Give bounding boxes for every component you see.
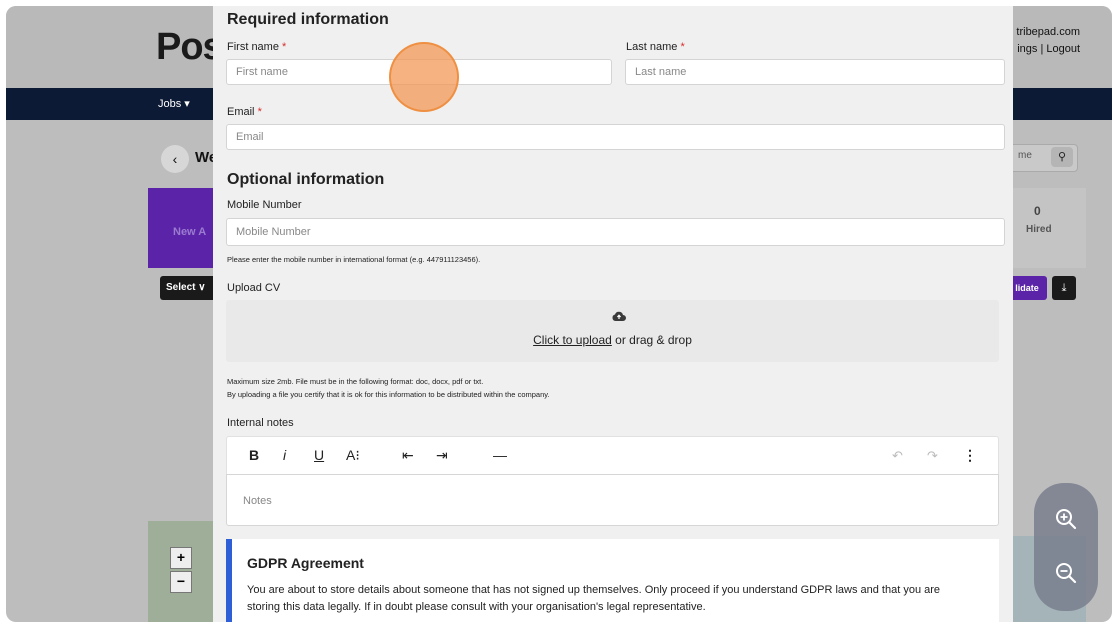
gdpr-text: You are about to store details about som… <box>247 584 941 613</box>
italic-button[interactable]: i <box>283 446 286 464</box>
upload-instructions: Click to upload or drag & drop <box>226 333 999 347</box>
mobile-number-hint: Please enter the mobile number in intern… <box>227 255 481 264</box>
gdpr-agreement-panel: GDPR Agreement You are about to store de… <box>226 539 999 622</box>
background-account-email: tribepad.com <box>1016 26 1080 38</box>
more-options-button[interactable]: ⋮ <box>963 446 977 464</box>
background-download-icon: ⤓ <box>1052 276 1076 300</box>
upload-cv-label: Upload CV <box>227 282 281 294</box>
required-marker: * <box>282 41 287 53</box>
zoom-controls <box>1034 483 1098 611</box>
first-name-label-text: First name <box>227 41 279 53</box>
outdent-button[interactable]: ⇤ <box>402 446 414 464</box>
screen: Pos tribepad.com ings | Logout Jobs ▾ ‹ … <box>6 6 1112 622</box>
horizontal-rule-button[interactable]: — <box>493 446 507 464</box>
last-name-input[interactable] <box>625 59 1005 85</box>
background-nav-jobs: Jobs ▾ <box>158 98 190 110</box>
last-name-label-text: Last name <box>626 41 678 53</box>
bold-button[interactable]: B <box>249 446 259 464</box>
click-to-upload-link[interactable]: Click to upload <box>533 333 612 347</box>
background-add-candidate-button: lidate <box>1007 276 1047 300</box>
background-map-zoom-in: + <box>170 547 192 569</box>
upload-size-hint: Maximum size 2mb. File must be in the fo… <box>227 377 484 386</box>
drag-drop-text: or drag & drop <box>611 333 692 347</box>
internal-notes-editor[interactable]: Notes <box>226 474 999 526</box>
mobile-number-label: Mobile Number <box>227 199 302 211</box>
optional-information-heading: Optional information <box>227 171 385 188</box>
redo-button[interactable]: ↷ <box>927 448 938 464</box>
required-information-heading: Required information <box>227 11 389 28</box>
first-name-label: First name * <box>227 41 286 53</box>
cloud-upload-icon <box>612 311 626 321</box>
background-search-placeholder: me <box>1018 150 1032 161</box>
required-marker: * <box>257 106 262 118</box>
indent-button[interactable]: ⇥ <box>436 446 448 464</box>
background-map-zoom-out: − <box>170 571 192 593</box>
background-hired-count: 0 <box>1034 204 1041 218</box>
notes-placeholder: Notes <box>243 495 272 507</box>
required-marker: * <box>680 41 685 53</box>
internal-notes-label: Internal notes <box>227 417 294 429</box>
background-settings-logout: ings | Logout <box>1017 43 1080 55</box>
zoom-in-icon[interactable] <box>1054 507 1078 531</box>
click-indicator <box>389 42 459 112</box>
email-label-text: Email <box>227 106 255 118</box>
background-select-dropdown: Select ∨ <box>160 276 218 300</box>
background-back-button: ‹ <box>161 145 189 173</box>
undo-button[interactable]: ↶ <box>892 448 903 464</box>
email-input[interactable] <box>226 124 1005 150</box>
cv-dropzone[interactable]: Click to upload or drag & drop <box>226 300 999 362</box>
background-search-icon: ⚲ <box>1051 147 1073 167</box>
font-size-button[interactable]: A⁝ <box>346 446 360 464</box>
mobile-number-input[interactable] <box>226 218 1005 246</box>
add-candidate-modal: Required information First name * Last n… <box>213 6 1013 622</box>
zoom-out-icon[interactable] <box>1054 561 1078 585</box>
upload-consent-hint: By uploading a file you certify that it … <box>227 390 550 399</box>
background-account-links: tribepad.com ings | Logout <box>1016 24 1080 58</box>
background-hired-label: Hired <box>1026 224 1052 235</box>
underline-button[interactable]: U <box>314 446 324 464</box>
notes-toolbar: B i U A⁝ ⇤ ⇥ — ↶ ↷ ⋮ <box>226 436 999 474</box>
last-name-label: Last name * <box>626 41 685 53</box>
email-label: Email * <box>227 106 262 118</box>
background-new-applicants-label: New A <box>173 226 207 238</box>
gdpr-title: GDPR Agreement <box>247 555 364 571</box>
